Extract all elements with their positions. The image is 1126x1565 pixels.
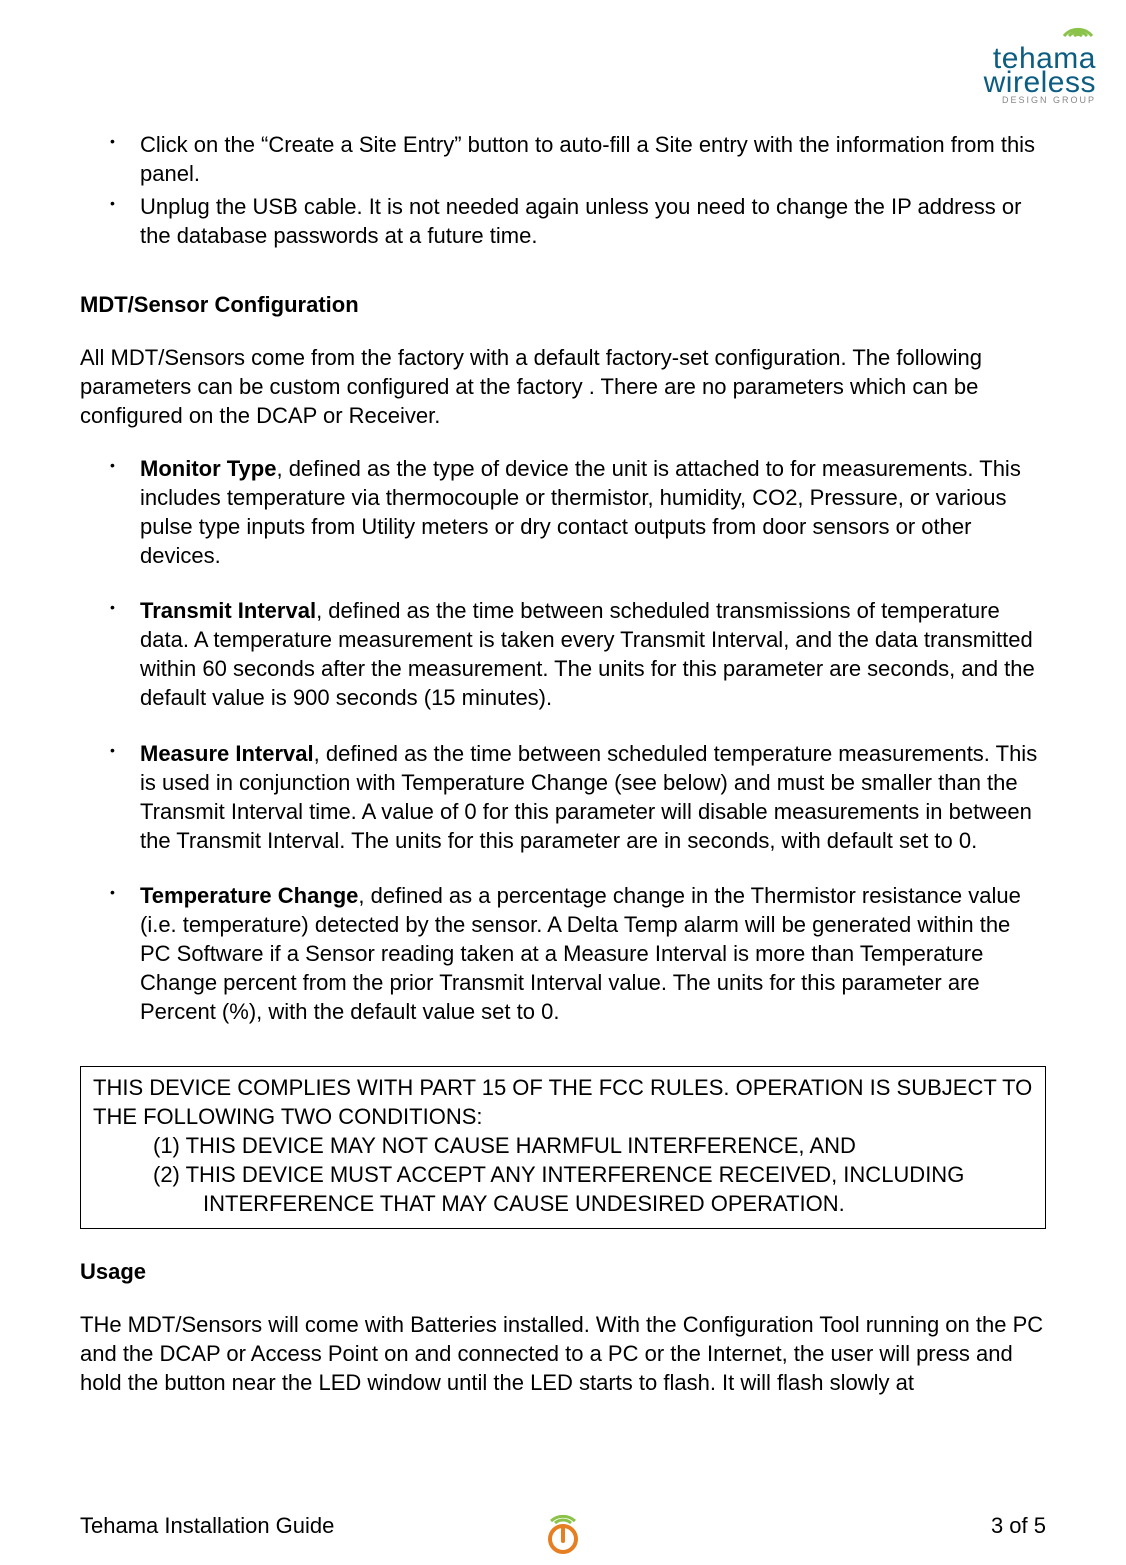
fcc-condition-1: (1) THIS DEVICE MAY NOT CAUSE HARMFUL IN… (93, 1131, 1033, 1160)
param-term: Monitor Type (140, 456, 276, 481)
section-heading-usage: Usage (80, 1257, 1046, 1286)
fcc-cond2-label: (2) (153, 1162, 186, 1187)
list-item: Temperature Change, defined as a percent… (80, 881, 1046, 1026)
list-item: Transmit Interval, defined as the time b… (80, 596, 1046, 712)
footer-page-number: 3 of 5 (991, 1513, 1046, 1539)
page-content: Click on the “Create a Site Entry” butto… (80, 130, 1046, 1397)
fcc-cond1-text: THIS DEVICE MAY NOT CAUSE HARMFUL INTERF… (186, 1133, 856, 1158)
document-page: tehama wireless DESIGN GROUP Click on th… (0, 0, 1126, 1565)
fcc-cond2-cont: INTERFERENCE THAT MAY CAUSE UNDESIRED OP… (153, 1189, 1033, 1218)
section-intro: All MDT/Sensors come from the factory wi… (80, 343, 1046, 430)
list-item-text: Click on the “Create a Site Entry” butto… (140, 132, 1035, 186)
wifi-arc-icon (1060, 14, 1096, 44)
logo-line-2: wireless (984, 68, 1096, 98)
page-footer: Tehama Installation Guide 3 of 5 (80, 1513, 1046, 1539)
footer-logo-icon (535, 1501, 591, 1557)
config-params-list: Monitor Type, defined as the type of dev… (80, 454, 1046, 1026)
list-item: Click on the “Create a Site Entry” butto… (80, 130, 1046, 188)
fcc-condition-2: (2) THIS DEVICE MUST ACCEPT ANY INTERFER… (93, 1160, 1033, 1218)
list-item-text: Unplug the USB cable. It is not needed a… (140, 194, 1021, 248)
brand-logo: tehama wireless DESIGN GROUP (984, 14, 1096, 105)
list-item: Monitor Type, defined as the type of dev… (80, 454, 1046, 570)
param-term: Measure Interval (140, 741, 314, 766)
param-term: Temperature Change (140, 883, 358, 908)
section-heading-config: MDT/Sensor Configuration (80, 290, 1046, 319)
fcc-notice-box: THIS DEVICE COMPLIES WITH PART 15 OF THE… (80, 1066, 1046, 1229)
fcc-cond1-label: (1) (153, 1133, 186, 1158)
list-item: Unplug the USB cable. It is not needed a… (80, 192, 1046, 250)
list-item: Measure Interval, defined as the time be… (80, 739, 1046, 855)
fcc-cond2-text: THIS DEVICE MUST ACCEPT ANY INTERFERENCE… (186, 1162, 965, 1187)
usage-paragraph: THe MDT/Sensors will come with Batteries… (80, 1310, 1046, 1397)
fcc-intro: THIS DEVICE COMPLIES WITH PART 15 OF THE… (93, 1073, 1033, 1131)
footer-left-text: Tehama Installation Guide (80, 1513, 334, 1539)
intro-bullet-list: Click on the “Create a Site Entry” butto… (80, 130, 1046, 250)
param-term: Transmit Interval (140, 598, 316, 623)
